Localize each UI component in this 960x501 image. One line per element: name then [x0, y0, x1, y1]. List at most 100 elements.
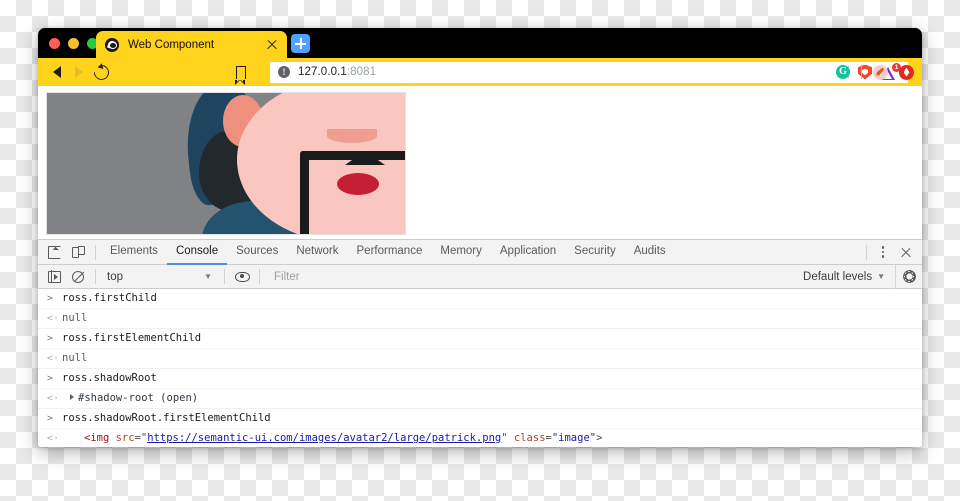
close-devtools-icon[interactable]	[894, 241, 918, 263]
inspect-element-button[interactable]	[42, 240, 66, 264]
expand-triangle-icon[interactable]	[70, 394, 74, 400]
devtools-panel: Elements Console Sources Network Perform…	[38, 239, 922, 447]
tab-memory[interactable]: Memory	[431, 240, 491, 265]
tab-title: Web Component	[128, 38, 215, 51]
console-input-row: > ross.firstElementChild	[38, 329, 922, 348]
rocket-icon[interactable]	[873, 64, 888, 80]
input-marker: >	[47, 293, 54, 304]
inspect-element-icon	[47, 245, 61, 259]
console-input-row: > ross.firstChild	[38, 289, 922, 308]
console-output[interactable]: > ross.firstChild <· null > ross.firstEl…	[38, 289, 922, 447]
input-marker: >	[47, 373, 54, 384]
device-toolbar-button[interactable]	[66, 240, 90, 264]
log-levels-select[interactable]: Default levels ▼	[795, 271, 893, 283]
bookmark-icon	[235, 65, 246, 85]
console-sidebar-button[interactable]	[42, 265, 66, 289]
html-punct-token: ="	[134, 432, 148, 444]
html-attr-token: src	[115, 432, 135, 444]
chevron-down-icon: ▼	[877, 271, 885, 281]
divider	[861, 65, 862, 79]
bookmark-button[interactable]	[230, 61, 252, 85]
grammarly-icon[interactable]: G	[836, 65, 850, 79]
console-result-value: null	[62, 352, 88, 364]
devtools-tabbar-right	[861, 241, 922, 263]
input-marker: >	[47, 333, 54, 344]
browser-window: Web Component ! 127.0.0.1 :8081 1 G Elem…	[38, 28, 922, 447]
browser-toolbar: ! 127.0.0.1 :8081 1 G	[38, 58, 922, 86]
kebab-menu-icon[interactable]	[872, 241, 894, 263]
tab-sources[interactable]: Sources	[227, 240, 287, 265]
devtools-settings-button[interactable]	[895, 264, 922, 289]
divider	[95, 244, 96, 260]
url-port: :8081	[346, 66, 377, 78]
tab-elements[interactable]: Elements	[101, 240, 167, 265]
reload-button[interactable]	[90, 61, 112, 83]
html-attr-token: class	[513, 432, 546, 444]
html-punct-token: >	[596, 432, 603, 444]
console-result-row: <· null	[38, 348, 922, 369]
console-input-row: > ross.shadowRoot	[38, 369, 922, 388]
live-expression-button[interactable]	[230, 265, 254, 289]
console-expression: ross.firstChild	[62, 292, 157, 304]
traffic-lights	[49, 38, 98, 49]
page-viewport	[38, 86, 922, 239]
browser-tab[interactable]: Web Component	[96, 31, 287, 58]
console-result-row: <· null	[38, 308, 922, 329]
tab-console[interactable]: Console	[166, 240, 228, 265]
clear-console-icon	[72, 270, 84, 283]
tab-audits[interactable]: Audits	[625, 240, 675, 265]
avatar-cheek	[327, 129, 377, 143]
clear-console-button[interactable]	[66, 265, 90, 289]
extension-icons: G	[836, 64, 914, 80]
result-marker: <·	[47, 313, 60, 324]
device-toolbar-icon	[71, 245, 85, 259]
console-filter-bar: top ▼ Filter Default levels ▼	[38, 264, 922, 289]
tab-security[interactable]: Security	[565, 240, 625, 265]
result-marker: <·	[47, 393, 60, 404]
log-levels-value: Default levels	[803, 270, 873, 283]
avatar-illustration	[47, 93, 405, 234]
divider	[224, 269, 225, 284]
tab-application[interactable]: Application	[491, 240, 565, 265]
input-marker: >	[47, 413, 54, 424]
filter-input[interactable]: Filter	[265, 271, 795, 283]
html-punct-token: "	[501, 432, 514, 444]
shadow-root-node[interactable]: #shadow-root (open)	[62, 391, 198, 406]
gear-icon	[903, 270, 916, 283]
console-expression: ross.firstElementChild	[62, 332, 202, 344]
address-bar[interactable]	[112, 62, 230, 83]
result-marker: <·	[47, 353, 60, 364]
console-expression: ross.shadowRoot	[62, 372, 157, 384]
brave-rewards-icon[interactable]	[899, 64, 914, 80]
shadow-root-label: #shadow-root (open)	[78, 392, 199, 404]
console-result-row: <· <img src="https://semantic-ui.com/ima…	[38, 428, 922, 447]
globe-icon	[105, 37, 119, 52]
result-marker: <·	[47, 433, 60, 444]
divider	[95, 269, 96, 284]
image-src-link[interactable]: https://semantic-ui.com/images/avatar2/l…	[147, 432, 501, 444]
avatar-image-frame	[46, 92, 406, 235]
forward-arrow-icon	[75, 66, 83, 78]
url-host: 127.0.0.1	[298, 66, 347, 78]
execution-context-select[interactable]: top ▼	[101, 271, 219, 283]
divider	[259, 269, 260, 284]
close-tab-icon[interactable]	[265, 38, 279, 52]
live-expression-icon	[234, 271, 250, 282]
execution-context-value: top	[107, 270, 123, 283]
console-result-row: <· #shadow-root (open)	[38, 388, 922, 409]
close-window-button[interactable]	[49, 38, 60, 49]
back-button[interactable]	[46, 61, 68, 83]
forward-button[interactable]	[68, 61, 90, 83]
minimize-window-button[interactable]	[68, 38, 79, 49]
html-tag-token: <img	[84, 432, 116, 444]
console-input-row: > ross.shadowRoot.firstElementChild	[38, 409, 922, 428]
console-markup-result: <img src="https://semantic-ui.com/images…	[62, 431, 602, 446]
tab-performance[interactable]: Performance	[348, 240, 432, 265]
tab-network[interactable]: Network	[287, 240, 347, 265]
chevron-down-icon: ▼	[204, 271, 212, 281]
title-bar: Web Component	[38, 28, 922, 58]
new-tab-button[interactable]	[291, 34, 310, 53]
url-input[interactable]: ! 127.0.0.1 :8081 1	[270, 61, 908, 83]
info-circle-icon[interactable]: !	[278, 66, 290, 78]
back-arrow-icon	[53, 66, 61, 78]
